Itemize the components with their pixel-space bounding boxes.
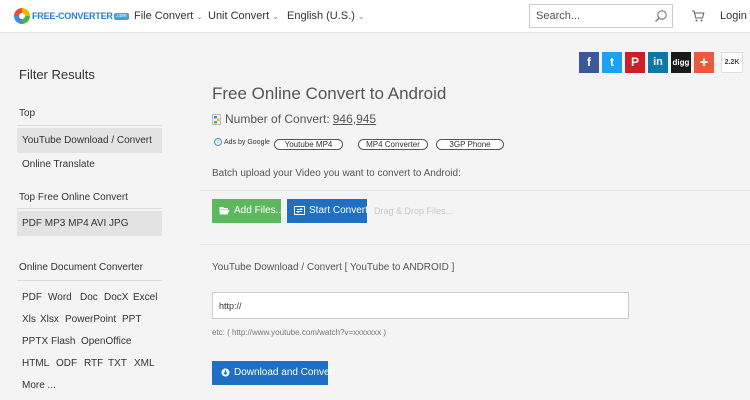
divider — [17, 125, 162, 126]
login-link[interactable]: Login — [720, 10, 747, 22]
logo-icon — [14, 8, 30, 24]
info-icon: i — [214, 138, 222, 146]
sidebar-title: Filter Results — [19, 67, 95, 82]
download-circle-icon — [221, 368, 230, 377]
batch-upload-text: Batch upload your Video you want to conv… — [212, 168, 461, 179]
linkedin-share-button[interactable]: in — [648, 52, 668, 73]
ad-pill-mp4-converter[interactable]: MP4 Converter — [358, 139, 428, 150]
menu-unit-convert[interactable]: Unit Convert ⌄ — [208, 10, 279, 22]
chevron-down-icon: ⌄ — [357, 12, 365, 21]
sidebar-heading-document-converter: Online Document Converter — [19, 262, 143, 273]
doc-link-odf[interactable]: ODF — [56, 358, 77, 369]
share-count: 2.2K — [721, 52, 743, 73]
youtube-section-title: YouTube Download / Convert [ YouTube to … — [212, 262, 455, 273]
sidebar-item-youtube-download[interactable]: YouTube Download / Convert — [17, 128, 162, 153]
doc-link-ppt[interactable]: PPT — [122, 314, 141, 325]
menu-language[interactable]: English (U.S.) ⌄ — [287, 10, 365, 22]
start-convert-button[interactable]: Start Convert — [287, 199, 368, 223]
chevron-down-icon: ⌄ — [272, 12, 279, 21]
menu-unit-convert-label: Unit Convert — [208, 10, 270, 22]
download-and-convert-label: Download and Convert — [234, 367, 336, 378]
doc-link-xml[interactable]: XML — [134, 358, 155, 369]
sidebar-item-formats[interactable]: PDF MP3 MP4 AVI JPG — [17, 211, 162, 236]
add-files-label: Add Files... — [234, 205, 285, 216]
ad-pill-3gp-phone[interactable]: 3GP Phone — [436, 139, 504, 150]
doc-link-powerpoint[interactable]: PowerPoint — [65, 314, 116, 325]
download-and-convert-button[interactable]: Download and Convert — [212, 361, 336, 385]
doc-link-xlsx[interactable]: Xlsx — [40, 314, 59, 325]
doc-link-pdf[interactable]: PDF — [22, 292, 42, 303]
add-files-button[interactable]: Add Files... — [212, 199, 285, 223]
doc-link-docx[interactable]: DocX — [104, 292, 128, 303]
drag-drop-hint: Drag & Drop Files... — [374, 206, 454, 216]
doc-link-xls[interactable]: Xls — [22, 314, 36, 325]
digg-share-button[interactable]: digg — [671, 52, 691, 73]
counter-value: 946,945 — [332, 112, 377, 126]
divider — [200, 190, 750, 191]
menu-file-convert[interactable]: File Convert ⌄ — [134, 10, 203, 22]
doc-link-more[interactable]: More ... — [22, 380, 56, 391]
convert-arrows-icon — [294, 205, 305, 215]
doc-link-rtf[interactable]: RTF — [84, 358, 103, 369]
ads-label: Ads by Google — [224, 138, 270, 146]
sidebar-heading-top: Top — [19, 108, 36, 119]
ad-pill-youtube-mp4[interactable]: Youtube MP4 — [274, 139, 343, 150]
folder-open-icon — [219, 206, 230, 215]
top-navbar: FREE-CONVERTER .com File Convert ⌄ Unit C… — [0, 0, 750, 33]
doc-link-html[interactable]: HTML — [22, 358, 49, 369]
youtube-url-input[interactable] — [212, 292, 629, 319]
logo-text: FREE-CONVERTER — [32, 11, 113, 21]
start-convert-label: Start Convert — [309, 205, 368, 216]
ads-by-google[interactable]: i Ads by Google — [214, 138, 270, 146]
search-box — [529, 4, 673, 28]
doc-link-doc[interactable]: Doc — [80, 292, 98, 303]
doc-link-txt[interactable]: TXT — [108, 358, 127, 369]
site-logo[interactable]: FREE-CONVERTER .com — [14, 8, 129, 24]
doc-link-excel[interactable]: Excel — [133, 292, 157, 303]
sidebar-item-online-translate[interactable]: Online Translate — [22, 159, 95, 170]
doc-link-pptx[interactable]: PPTX — [22, 336, 48, 347]
search-icon[interactable] — [654, 9, 668, 23]
divider — [17, 208, 162, 209]
logo-suffix: .com — [113, 12, 129, 20]
twitter-share-button[interactable]: t — [602, 52, 622, 73]
url-example-text: etc: ( http://www.youtube.com/watch?v=xx… — [212, 328, 387, 337]
page-title: Free Online Convert to Android — [212, 84, 447, 103]
doc-link-word[interactable]: Word — [48, 292, 72, 303]
menu-file-convert-label: File Convert — [134, 10, 194, 22]
doc-link-flash[interactable]: Flash — [51, 336, 75, 347]
menu-language-label: English (U.S.) — [287, 10, 355, 22]
facebook-share-button[interactable]: f — [579, 52, 599, 73]
divider — [200, 244, 750, 245]
cart-icon[interactable] — [691, 9, 705, 23]
counter-label: Number of Convert: — [225, 112, 330, 126]
pinterest-share-button[interactable]: P — [625, 52, 645, 73]
search-input[interactable] — [530, 5, 650, 27]
sidebar-heading-free-convert: Top Free Online Convert — [19, 192, 128, 203]
doc-link-openoffice[interactable]: OpenOffice — [81, 336, 131, 347]
divider — [17, 280, 162, 281]
counter-icon — [212, 113, 221, 125]
more-share-button[interactable]: + — [694, 52, 714, 73]
convert-counter: Number of Convert: 946,945 — [212, 112, 376, 126]
chevron-down-icon: ⌄ — [196, 12, 203, 21]
